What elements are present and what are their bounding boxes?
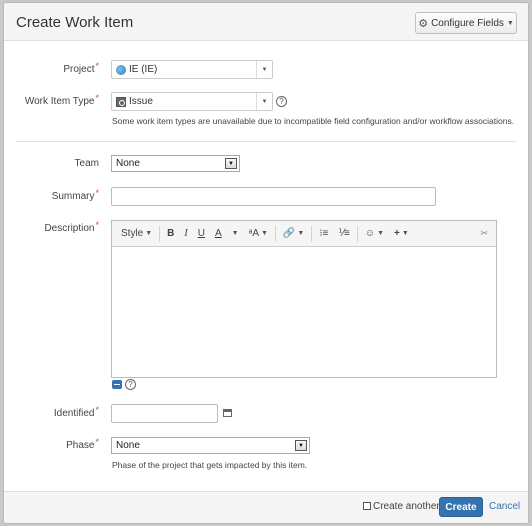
chevron-down-icon: ▼ <box>231 230 239 237</box>
dialog-title: Create Work Item <box>16 14 134 31</box>
description-editor: Style ▼ B I U A ▼ ᵃA ▼ 🔗 ▼ ⁝≡ ⅟≡ ☺ ▼ + ▼ ✂ <box>111 220 497 378</box>
chevron-down-icon: ▼ <box>506 19 514 27</box>
collapse-toolbar-icon[interactable]: ✂ <box>480 228 488 239</box>
create-work-item-dialog: Create Work Item ⚙ Configure Fields ▼ Pr… <box>3 2 529 524</box>
required-marker: * <box>95 437 99 447</box>
project-avatar-icon <box>116 64 126 75</box>
link-button[interactable]: 🔗 ▼ <box>278 228 309 239</box>
toolbar-separator <box>356 225 358 242</box>
chevron-down-icon: ▼ <box>295 440 307 451</box>
project-value: IE (IE) <box>129 64 158 75</box>
style-dropdown[interactable]: Style ▼ <box>116 228 157 239</box>
toolbar-separator <box>274 225 276 242</box>
summary-label: Summary* <box>51 188 99 202</box>
required-marker: * <box>95 405 99 415</box>
project-select[interactable]: IE (IE) ▼ <box>111 60 273 79</box>
section-divider <box>16 141 516 142</box>
chevron-down-icon: ▼ <box>297 230 305 237</box>
chevron-down-icon: ▼ <box>260 230 268 237</box>
required-marker: * <box>95 93 99 103</box>
create-button[interactable]: Create <box>439 497 483 517</box>
required-marker: * <box>95 220 99 230</box>
numbered-list-button[interactable]: ⅟≡ <box>333 228 355 239</box>
gear-icon: ⚙ <box>418 17 429 30</box>
bullet-list-button[interactable]: ⁝≡ <box>314 228 333 239</box>
phase-note: Phase of the project that gets impacted … <box>112 460 308 470</box>
dialog-footer: Create another Create Cancel <box>4 491 528 523</box>
text-color-button[interactable]: A <box>210 228 227 239</box>
configure-fields-button[interactable]: ⚙ Configure Fields ▼ <box>415 12 517 34</box>
insert-button[interactable]: + ▼ <box>389 228 414 239</box>
phase-label: Phase* <box>66 437 99 451</box>
editor-toolbar: Style ▼ B I U A ▼ ᵃA ▼ 🔗 ▼ ⁝≡ ⅟≡ ☺ ▼ + ▼ ✂ <box>112 221 496 247</box>
text-color-dropdown[interactable]: ▼ <box>227 230 244 237</box>
emoticon-button[interactable]: ☺ ▼ <box>360 228 389 239</box>
toolbar-separator <box>311 225 313 242</box>
identified-label: Identified* <box>53 405 99 419</box>
bullet-list-icon: ⁝≡ <box>319 228 329 239</box>
project-label: Project* <box>63 61 99 75</box>
summary-input[interactable] <box>111 187 436 206</box>
bold-button[interactable]: B <box>162 228 179 239</box>
italic-button[interactable]: I <box>179 228 192 239</box>
work-item-type-label: Work Item Type* <box>24 93 99 107</box>
required-marker: * <box>95 61 99 71</box>
more-text-formatting-button[interactable]: ᵃA ▼ <box>244 228 273 239</box>
chevron-down-icon: ▼ <box>225 158 237 169</box>
numbered-list-icon: ⅟≡ <box>338 228 350 239</box>
phase-value: None <box>116 440 140 451</box>
emoticon-icon: ☺ <box>364 228 376 239</box>
team-value: None <box>116 158 140 169</box>
underline-button[interactable]: U <box>193 228 210 239</box>
phase-select[interactable]: None ▼ <box>111 437 310 454</box>
issue-type-icon <box>116 96 126 107</box>
help-icon[interactable]: ? <box>125 379 136 390</box>
toolbar-separator <box>159 225 161 242</box>
help-icon[interactable]: ? <box>276 96 287 107</box>
editor-mode-toggle[interactable] <box>112 380 122 389</box>
description-textarea[interactable] <box>112 247 496 377</box>
chevron-down-icon: ▼ <box>256 93 272 110</box>
link-icon: 🔗 <box>282 228 296 239</box>
team-select[interactable]: None ▼ <box>111 155 240 172</box>
work-item-type-select[interactable]: Issue ▼ <box>111 92 273 111</box>
chevron-down-icon: ▼ <box>145 230 153 237</box>
create-another-label[interactable]: Create another <box>373 501 440 512</box>
chevron-down-icon: ▼ <box>377 230 384 237</box>
plus-icon: + <box>394 228 400 239</box>
dialog-header: Create Work Item ⚙ Configure Fields ▼ <box>4 3 528 41</box>
identified-date-input[interactable] <box>111 404 218 423</box>
chevron-down-icon: ▼ <box>401 230 409 237</box>
work-item-type-note: Some work item types are unavailable due… <box>112 116 515 126</box>
text-size-icon: ᵃA <box>248 228 259 239</box>
required-marker: * <box>95 188 99 198</box>
create-another-checkbox[interactable] <box>363 502 371 510</box>
calendar-icon[interactable] <box>223 409 232 417</box>
team-label: Team <box>74 158 99 169</box>
configure-fields-label: Configure Fields <box>431 17 504 29</box>
cancel-link[interactable]: Cancel <box>489 501 520 512</box>
work-item-type-value: Issue <box>129 96 153 107</box>
description-label: Description* <box>44 220 99 234</box>
chevron-down-icon: ▼ <box>256 61 272 78</box>
